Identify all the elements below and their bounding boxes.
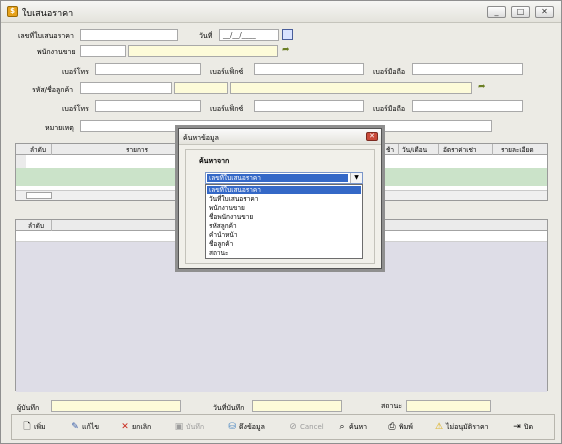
dropdown-option[interactable]: พนักงานขาย (207, 204, 361, 212)
search-button[interactable]: ⌕ ค้นหา (337, 420, 367, 435)
col-item: รายการ (126, 146, 149, 154)
print-icon: ⎙ (388, 422, 396, 432)
customer-name-field (230, 82, 472, 94)
recorder-field (51, 400, 181, 412)
dropdown-option[interactable]: วันที่ใบเสนอราคา (207, 195, 361, 203)
money-bag-icon: $ (7, 6, 18, 17)
reject-price-button[interactable]: ⚠ ไม่อนุมัติราคา (434, 420, 489, 435)
chevron-down-icon[interactable]: ▼ (350, 173, 362, 183)
dropdown-option[interactable]: คำนำหน้า (207, 231, 361, 239)
note-label: หมายเหตุ (45, 124, 74, 132)
maximize-icon[interactable]: □ (511, 6, 530, 18)
dropdown-option[interactable]: ชื่อพนักงานขาย (207, 213, 361, 221)
phone-label-2: เบอร์โทร (62, 105, 89, 113)
col-detail: รายละเอียด (501, 146, 534, 154)
minimize-icon[interactable]: _ (487, 6, 506, 18)
salesperson-name-field (128, 45, 278, 57)
cancel-icon: ⊘ (289, 422, 297, 432)
salesperson-code-input[interactable] (80, 45, 126, 57)
col-qty: ช้า (386, 146, 395, 154)
add-button[interactable]: 🗋 เพิ่ม (22, 420, 45, 435)
fax-label-1: เบอร์แฟ็กซ์ (210, 68, 244, 76)
cross-icon: ✕ (121, 422, 129, 432)
warning-icon: ⚠ (434, 422, 444, 432)
save-button[interactable]: ▣ บันทึก (174, 420, 204, 435)
print-button[interactable]: ⎙ พิมพ์ (387, 420, 412, 435)
edit-button[interactable]: ✎ แก้ไข (70, 420, 99, 435)
dialog-close-icon[interactable]: ✕ (366, 132, 378, 141)
scrollbar-thumb[interactable] (26, 192, 52, 199)
dropdown-option[interactable]: เลขที่ใบเสนอราคา (207, 186, 361, 194)
customer-prefix-field (174, 82, 228, 94)
fax-label-2: เบอร์แฟ็กซ์ (210, 105, 244, 113)
recorder-label: ผู้บันทึก (17, 404, 40, 412)
cancel-button[interactable]: ⊘ Cancel (288, 420, 324, 435)
phone-label-1: เบอร์โทร (62, 68, 89, 76)
phone-input-1[interactable] (95, 63, 201, 75)
col-seq: ลำดับ (30, 146, 46, 154)
status-label: สถานะ (381, 402, 402, 410)
fax-input-1[interactable] (254, 63, 364, 75)
search-dialog: ค้นหาข้อมูล ✕ ค้นหาจาก เลขที่ใบเสนอราคา … (178, 128, 382, 269)
search-by-label: ค้นหาจาก (199, 157, 230, 165)
salesperson-lookup-icon[interactable]: ➦ (282, 45, 295, 56)
binoculars-icon: ⌕ (339, 422, 345, 432)
window-title: ใบเสนอราคา (22, 9, 74, 19)
mobile-input-1[interactable] (412, 63, 523, 75)
document-icon: 🗋 (23, 422, 31, 432)
status-field (406, 400, 491, 412)
close-icon[interactable]: ✕ (535, 6, 554, 18)
search-field-selected: เลขที่ใบเสนอราคา (207, 174, 348, 182)
edit-icon: ✎ (71, 422, 79, 432)
dropdown-option[interactable]: ชื่อลูกค้า (207, 240, 361, 248)
col-rate: อัตราค่าเช่า (443, 146, 477, 154)
save-icon: ▣ (174, 422, 184, 432)
search-dialog-title: ค้นหาข้อมูล (183, 134, 219, 142)
customer-label: รหัส/ชื่อลูกค้า (32, 86, 74, 94)
col-day-month: วัน/เดือน (402, 146, 428, 154)
mobile-label-2: เบอร์มือถือ (373, 105, 406, 113)
record-date-field (252, 400, 342, 412)
customer-lookup-icon[interactable]: ➦ (478, 82, 491, 93)
customer-code-input[interactable] (80, 82, 172, 94)
retrieve-icon: ⛁ (228, 422, 236, 432)
retrieve-button[interactable]: ⛁ ดึงข้อมูล (227, 420, 265, 435)
date-input[interactable]: __/__/____ (219, 29, 279, 41)
void-button[interactable]: ✕ ยกเลิก (120, 420, 151, 435)
dropdown-option[interactable]: สถานะ (207, 249, 361, 257)
quote-no-input[interactable] (80, 29, 178, 41)
salesperson-label: พนักงานขาย (37, 48, 76, 56)
search-field-dropdown-list: เลขที่ใบเสนอราคา วันที่ใบเสนอราคา พนักงา… (205, 184, 363, 259)
search-field-select[interactable]: เลขที่ใบเสนอราคา ▼ (205, 172, 363, 184)
mobile-label-1: เบอร์มือถือ (373, 68, 406, 76)
date-label: วันที่ (199, 32, 213, 40)
exit-icon: ⇥ (513, 422, 521, 432)
title-bar: $ ใบเสนอราคา _ □ ✕ (1, 1, 561, 23)
detail-col-seq: ลำดับ (28, 222, 44, 230)
fax-input-2[interactable] (254, 100, 364, 112)
quote-no-label: เลขที่ใบเสนอราคา (18, 32, 74, 40)
record-date-label: วันที่บันทึก (213, 404, 245, 412)
phone-input-2[interactable] (95, 100, 201, 112)
dropdown-option[interactable]: รหัสลูกค้า (207, 222, 361, 230)
bottom-toolbar: 🗋 เพิ่ม ✎ แก้ไข ✕ ยกเลิก ▣ บันทึก ⛁ ดึงข้อมูล… (11, 414, 555, 440)
search-dialog-title-bar: ค้นหาข้อมูล ✕ (179, 129, 381, 145)
calendar-icon[interactable] (282, 29, 293, 40)
close-button[interactable]: ⇥ ปิด (512, 420, 533, 435)
mobile-input-2[interactable] (412, 100, 523, 112)
